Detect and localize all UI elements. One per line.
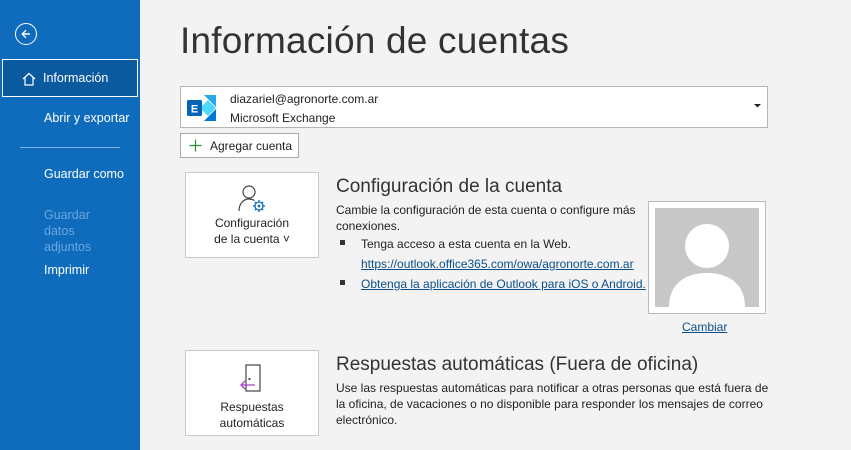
backstage-sidebar: Información Abrir y exportar Guardar com… bbox=[0, 0, 140, 450]
sidebar-item-save-as[interactable]: Guardar como bbox=[2, 155, 138, 193]
sidebar-item-info[interactable]: Información bbox=[2, 59, 138, 97]
change-photo-link[interactable]: Cambiar bbox=[682, 320, 727, 334]
automatic-replies-button[interactable]: Respuestas automáticas bbox=[185, 350, 319, 436]
bullet-marker bbox=[340, 280, 345, 285]
add-account-button[interactable]: Agregar cuenta bbox=[180, 133, 299, 158]
account-settings-title: Configuración de la cuenta bbox=[336, 176, 563, 197]
sidebar-divider bbox=[20, 147, 120, 148]
account-type: Microsoft Exchange bbox=[230, 111, 336, 125]
account-settings-button[interactable]: Configuración de la cuenta ˅ bbox=[185, 172, 319, 258]
owa-link[interactable]: https://outlook.office365.com/owa/agrono… bbox=[361, 257, 634, 271]
account-settings-icon bbox=[238, 185, 265, 212]
automatic-replies-description: Use las respuestas automáticas para noti… bbox=[336, 381, 769, 427]
sidebar-item-label: Guardar datos adjuntos bbox=[44, 208, 92, 254]
sidebar-item-print[interactable]: Imprimir bbox=[2, 251, 138, 289]
arrow-left-icon bbox=[21, 29, 30, 39]
automatic-replies-tile-line1: Respuestas bbox=[220, 400, 284, 414]
automatic-replies-title: Respuestas automáticas (Fuera de oficina… bbox=[336, 354, 699, 375]
dropdown-arrow-icon bbox=[754, 104, 761, 108]
sidebar-item-label: Guardar como bbox=[44, 167, 124, 181]
main-content: Información de cuentas E diazariel@agron… bbox=[140, 0, 851, 450]
account-settings-tile-line1: Configuración bbox=[214, 216, 290, 230]
avatar bbox=[655, 208, 759, 307]
home-icon bbox=[22, 72, 36, 86]
plus-icon bbox=[189, 139, 202, 152]
sidebar-item-label: Abrir y exportar bbox=[44, 111, 130, 125]
sidebar-item-save-attachments: Guardar datos adjuntos bbox=[2, 203, 122, 254]
web-access-text: Tenga acceso a esta cuenta en la Web. bbox=[361, 237, 571, 251]
account-settings-description: Cambie la configuración de esta cuenta o… bbox=[336, 203, 636, 233]
account-selector[interactable]: E diazariel@agronorte.com.ar Microsoft E… bbox=[180, 86, 768, 128]
sidebar-item-label: Información bbox=[43, 71, 109, 85]
automatic-replies-tile-line2: automáticas bbox=[219, 416, 285, 430]
exchange-icon: E bbox=[187, 95, 216, 121]
add-account-label: Agregar cuenta bbox=[210, 138, 293, 153]
bullet-marker bbox=[340, 240, 345, 245]
profile-photo bbox=[648, 201, 766, 314]
account-settings-tile-line2: de la cuenta ˅ bbox=[214, 232, 290, 246]
automatic-replies-icon bbox=[240, 364, 261, 392]
back-button[interactable] bbox=[15, 23, 37, 45]
sidebar-item-label: Imprimir bbox=[44, 263, 90, 277]
sidebar-item-open-export[interactable]: Abrir y exportar bbox=[2, 99, 138, 137]
outlook-mobile-link[interactable]: Obtenga la aplicación de Outlook para iO… bbox=[361, 277, 646, 291]
page-title: Información de cuentas bbox=[180, 20, 570, 61]
svg-text:E: E bbox=[191, 104, 198, 116]
account-email: diazariel@agronorte.com.ar bbox=[230, 92, 379, 106]
person-placeholder-icon bbox=[669, 224, 745, 307]
